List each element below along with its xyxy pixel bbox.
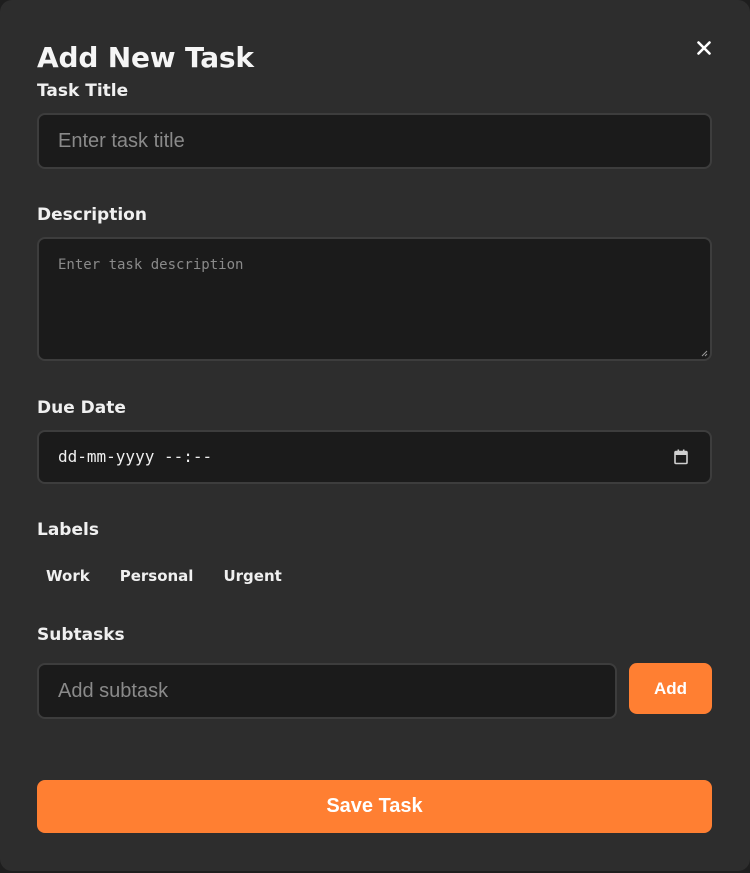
task-title-label: Task Title — [37, 81, 129, 101]
close-icon — [697, 41, 711, 55]
due-date-value: dd-mm-yyyy --:-- — [58, 447, 213, 466]
resize-handle-icon[interactable] — [700, 349, 708, 357]
subtasks-heading: Subtasks — [37, 625, 125, 645]
subtask-placeholder: Add subtask — [58, 680, 169, 702]
task-title-placeholder: Enter task title — [58, 130, 185, 152]
label-chips: Work Personal Urgent — [37, 562, 303, 590]
due-date-label: Due Date — [37, 398, 126, 418]
close-button[interactable] — [688, 32, 720, 64]
add-subtask-button[interactable]: Add — [629, 663, 712, 714]
label-chip-personal[interactable]: Personal — [111, 562, 203, 590]
save-task-button[interactable]: Save Task — [37, 780, 712, 833]
description-textarea[interactable]: Enter task description — [37, 237, 712, 361]
description-placeholder: Enter task description — [58, 257, 244, 273]
label-chip-work[interactable]: Work — [37, 562, 99, 590]
subtask-input[interactable]: Add subtask — [37, 663, 617, 719]
modal-title: Add New Task — [37, 41, 254, 74]
description-label: Description — [37, 205, 147, 225]
task-title-input[interactable]: Enter task title — [37, 113, 712, 169]
due-date-input[interactable]: dd-mm-yyyy --:-- — [37, 430, 712, 484]
label-chip-urgent[interactable]: Urgent — [214, 562, 290, 590]
labels-heading: Labels — [37, 520, 99, 540]
calendar-icon[interactable] — [674, 449, 688, 465]
add-task-modal: Add New Task Task Title Enter task title… — [0, 0, 750, 871]
